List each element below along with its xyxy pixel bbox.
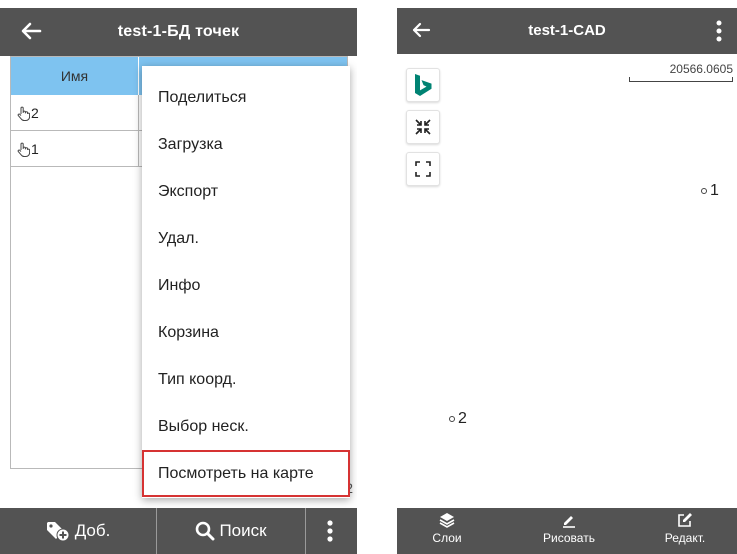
draw-label: Рисовать: [543, 531, 595, 545]
collapse-button[interactable]: [406, 110, 440, 144]
menu-item-trash[interactable]: Корзина: [142, 309, 350, 356]
more-options-button[interactable]: [307, 508, 357, 554]
layers-button[interactable]: Слои: [407, 512, 487, 552]
bing-logo-icon: [415, 74, 432, 96]
page-title: test-1-БД точек: [117, 23, 240, 40]
menu-item-export[interactable]: Экспорт: [142, 168, 350, 215]
more-vert-icon[interactable]: [709, 18, 729, 44]
hand-pointer-icon: [17, 142, 31, 157]
map-point[interactable]: 1: [701, 182, 719, 200]
hand-pointer-icon: [17, 106, 31, 121]
map-scale-value: 20566.0605: [669, 62, 733, 76]
fullscreen-icon: [415, 161, 431, 177]
context-menu: Поделиться Загрузка Экспорт Удал. Инфо К…: [142, 66, 350, 498]
bottom-toolbar: Доб. Поиск: [0, 508, 357, 554]
fullscreen-button[interactable]: [406, 152, 440, 186]
bing-map-button[interactable]: [406, 68, 440, 102]
more-vert-icon: [327, 520, 333, 542]
table-cell-name: 2: [11, 95, 139, 131]
menu-item-load[interactable]: Загрузка: [142, 121, 350, 168]
bottom-toolbar: Слои Рисовать Редакт.: [397, 508, 737, 554]
menu-item-delete[interactable]: Удал.: [142, 215, 350, 262]
search-icon: [196, 521, 215, 541]
collapse-icon: [415, 119, 431, 135]
menu-item-share[interactable]: Поделиться: [142, 74, 350, 121]
row-name-text: 2: [31, 105, 39, 121]
point-label: 2: [458, 410, 467, 427]
cad-map-screen: test-1-CAD 20566.0605 1 2 Слои Рисовать …: [397, 8, 737, 554]
draw-button[interactable]: Рисовать: [529, 512, 609, 552]
menu-item-view-on-map[interactable]: Посмотреть на карте: [142, 450, 350, 497]
column-header-name[interactable]: Имя: [11, 57, 139, 95]
layers-label: Слои: [432, 531, 462, 545]
pencil-icon: [563, 516, 575, 528]
add-button-label: Доб.: [74, 521, 111, 540]
menu-item-multi-select[interactable]: Выбор неск.: [142, 403, 350, 450]
add-button[interactable]: Доб.: [0, 508, 155, 554]
top-app-bar: test-1-БД точек: [0, 8, 357, 56]
search-button[interactable]: Поиск: [156, 508, 306, 554]
point-label: 1: [710, 182, 719, 199]
page-title: test-1-CAD: [528, 22, 606, 39]
map-scale-bar: [629, 77, 733, 82]
top-app-bar: test-1-CAD: [397, 8, 737, 54]
add-tag-icon: [46, 522, 70, 542]
map-canvas[interactable]: 20566.0605 1 2: [397, 54, 737, 508]
point-marker-icon: [449, 416, 455, 422]
edit-button[interactable]: Редакт.: [645, 512, 725, 552]
map-point[interactable]: 2: [449, 410, 467, 428]
row-name-text: 1: [31, 141, 39, 157]
edit-label: Редакт.: [664, 531, 706, 545]
edit-icon: [678, 513, 692, 527]
table-cell-name: 1: [11, 131, 139, 167]
point-marker-icon: [701, 188, 707, 194]
menu-item-info[interactable]: Инфо: [142, 262, 350, 309]
menu-item-coord-type[interactable]: Тип коорд.: [142, 356, 350, 403]
layers-icon: [439, 513, 455, 528]
search-button-label: Поиск: [219, 521, 267, 540]
points-db-screen: test-1-БД точек Имя 2 1 2/2 Доб.: [0, 8, 357, 554]
